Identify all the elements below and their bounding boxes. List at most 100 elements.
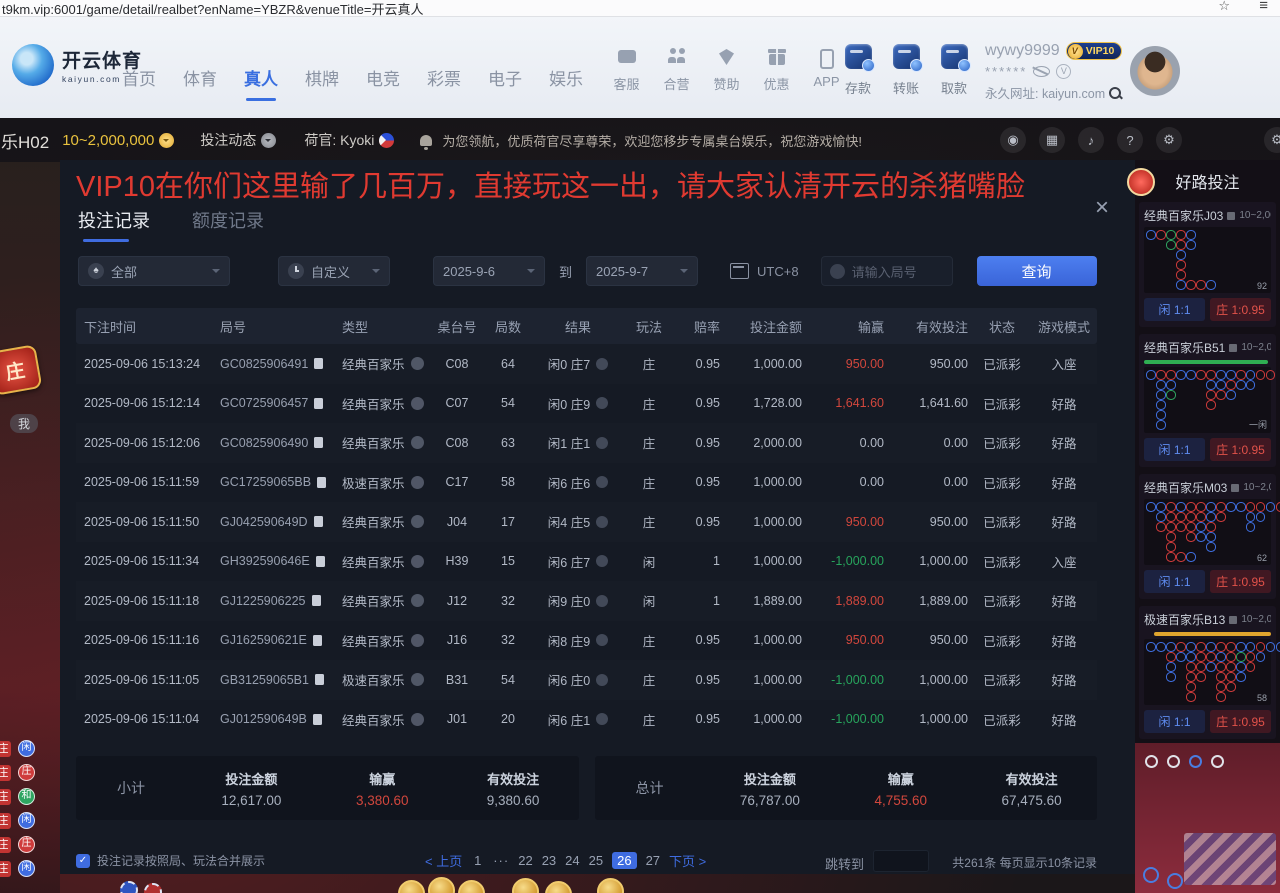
copy-icon[interactable] (315, 674, 324, 685)
date-to-select[interactable]: 2025-9-7 (586, 256, 698, 286)
cell-result: 闲6 庄6 (532, 473, 624, 492)
info-icon[interactable] (596, 437, 608, 449)
page: t9km.vip:6001/game/detail/realbet?enName… (0, 0, 1280, 893)
round-number-input[interactable]: 请输入局号 (821, 256, 953, 286)
copy-icon[interactable] (312, 595, 321, 606)
copy-icon[interactable] (314, 358, 323, 369)
magnifier-icon[interactable] (1109, 87, 1121, 99)
sponsor-button[interactable]: 赞助 (706, 48, 747, 93)
bet-feed-label[interactable]: 投注动态 (200, 130, 256, 150)
more-settings-icon[interactable]: ⚙ (1264, 127, 1280, 153)
tab-bet-records[interactable]: 投注记录 (78, 207, 150, 233)
limit-dropdown-icon[interactable] (159, 133, 174, 148)
player-bet-button[interactable]: 闲 1:1 (1144, 438, 1205, 461)
info-icon[interactable] (596, 358, 608, 370)
player-bet-button[interactable]: 闲 1:1 (1144, 570, 1205, 593)
page-27[interactable]: 27 (646, 853, 660, 868)
deposit-button[interactable]: 存款 (842, 44, 874, 97)
gift-button[interactable]: 优惠 (756, 48, 797, 93)
nav-item-娱乐[interactable]: 娱乐 (549, 65, 583, 90)
banker-bet-button[interactable]: 庄 1:0.95 (1210, 710, 1271, 733)
avatar[interactable] (1130, 46, 1180, 96)
total-valid: 67,475.60 (966, 793, 1097, 808)
jump-input[interactable] (873, 850, 929, 872)
info-icon[interactable] (596, 476, 608, 488)
info-icon[interactable] (596, 713, 608, 725)
banker-bet-button[interactable]: 庄 1:0.95 (1210, 298, 1271, 321)
nav-item-体育[interactable]: 体育 (183, 65, 217, 90)
phone-button[interactable]: APP (806, 48, 847, 93)
col-header: 类型 (338, 317, 430, 336)
info-icon[interactable] (596, 397, 608, 409)
page-22[interactable]: 22 (518, 853, 532, 868)
road-card[interactable]: 经典百家乐J0310~2,000,00092闲 1:1庄 1:0.95 (1139, 202, 1276, 327)
info-icon[interactable] (596, 674, 608, 686)
copy-icon[interactable] (316, 556, 325, 567)
close-icon[interactable]: × (1095, 196, 1109, 220)
badge-row: 庄和 (0, 788, 35, 805)
road-card[interactable]: 经典百家乐M0310~2,000,00062闲 1:1庄 1:0.95 (1139, 474, 1276, 599)
withdraw-button[interactable]: 取款 (938, 44, 970, 97)
feed-dropdown-icon[interactable] (261, 133, 276, 148)
info-icon[interactable] (596, 634, 608, 646)
checkbox-checked-icon[interactable]: ✓ (76, 854, 90, 868)
eye-icon[interactable] (1033, 66, 1050, 77)
copy-icon[interactable] (313, 635, 322, 646)
cell-round-no: 20 (484, 712, 532, 726)
page-25[interactable]: 25 (589, 853, 603, 868)
copy-icon[interactable] (314, 437, 323, 448)
page-23[interactable]: 23 (542, 853, 556, 868)
speaker-icon[interactable]: ♪ (1078, 127, 1104, 153)
tab-quota-records[interactable]: 额度记录 (192, 207, 264, 233)
verify-icon[interactable]: V (1056, 64, 1071, 79)
settings-icon[interactable]: ⚙ (1156, 127, 1182, 153)
banker-bet-button[interactable]: 庄 1:0.95 (1210, 570, 1271, 593)
merge-label: 投注记录按照局、玩法合并展示 (97, 852, 265, 869)
spade-icon: ♠ (88, 263, 104, 279)
cell-round-id: GC0825906490 (216, 436, 338, 450)
bookmark-star-icon[interactable]: ☆ (1218, 0, 1230, 14)
transfer-button[interactable]: 转账 (890, 44, 922, 97)
nav-item-电子[interactable]: 电子 (488, 65, 522, 90)
help-icon[interactable]: ? (1117, 127, 1143, 153)
player-bet-button[interactable]: 闲 1:1 (1144, 298, 1205, 321)
road-card[interactable]: 极速百家乐B1310~2,000,00058闲 1:1庄 1:0.95 (1139, 606, 1276, 739)
info-icon[interactable] (596, 595, 608, 607)
browser-menu-icon[interactable]: ≡ (1259, 0, 1268, 14)
col-header: 投注金额 (724, 317, 806, 336)
url-bar[interactable]: t9km.vip:6001/game/detail/realbet?enName… (2, 0, 424, 18)
copy-icon[interactable] (314, 516, 323, 527)
sidebar-bottom (1135, 743, 1280, 893)
nav-item-彩票[interactable]: 彩票 (427, 65, 461, 90)
copy-icon[interactable] (314, 398, 323, 409)
nav-item-电竞[interactable]: 电竞 (366, 65, 400, 90)
nav-item-真人[interactable]: 真人 (244, 65, 278, 90)
display-icon[interactable]: ▦ (1039, 127, 1065, 153)
banker-bet-button[interactable]: 庄 1:0.95 (1210, 438, 1271, 461)
nav-item-棋牌[interactable]: 棋牌 (305, 65, 339, 90)
page-26[interactable]: 26 (612, 852, 636, 869)
road-card[interactable]: 经典百家乐B5110~2,000,000一闲闲 1:1庄 1:0.95 (1139, 334, 1276, 467)
result-circle-badge: 闲 (18, 812, 35, 829)
info-icon[interactable] (596, 516, 608, 528)
next-page-button[interactable]: 下页 > (669, 851, 706, 870)
video-icon[interactable]: ◉ (1000, 127, 1026, 153)
time-mode-select[interactable]: 自定义 (278, 256, 390, 286)
cell-game-mode: 好路 (1032, 394, 1096, 413)
copy-icon[interactable] (317, 477, 326, 488)
player-bet-button[interactable]: 闲 1:1 (1144, 710, 1205, 733)
table-body: 2025-09-06 15:13:24GC0825906491经典百家乐C086… (76, 344, 1097, 739)
info-icon[interactable] (596, 555, 608, 567)
copy-icon[interactable] (313, 714, 322, 725)
chat-button[interactable]: 客服 (606, 48, 647, 93)
merge-checkbox[interactable]: ✓ 投注记录按照局、玩法合并展示 (76, 852, 265, 869)
page-1[interactable]: 1 (471, 853, 484, 868)
page-24[interactable]: 24 (565, 853, 579, 868)
cell-game-mode: 好路 (1032, 591, 1096, 610)
query-button[interactable]: 查询 (977, 256, 1097, 286)
prev-page-button[interactable]: < 上页 (425, 851, 462, 870)
date-from-select[interactable]: 2025-9-6 (433, 256, 545, 286)
game-type-select[interactable]: ♠ 全部 (78, 256, 230, 286)
nav-item-首页[interactable]: 首页 (122, 65, 156, 90)
partners-button[interactable]: 合营 (656, 48, 697, 93)
